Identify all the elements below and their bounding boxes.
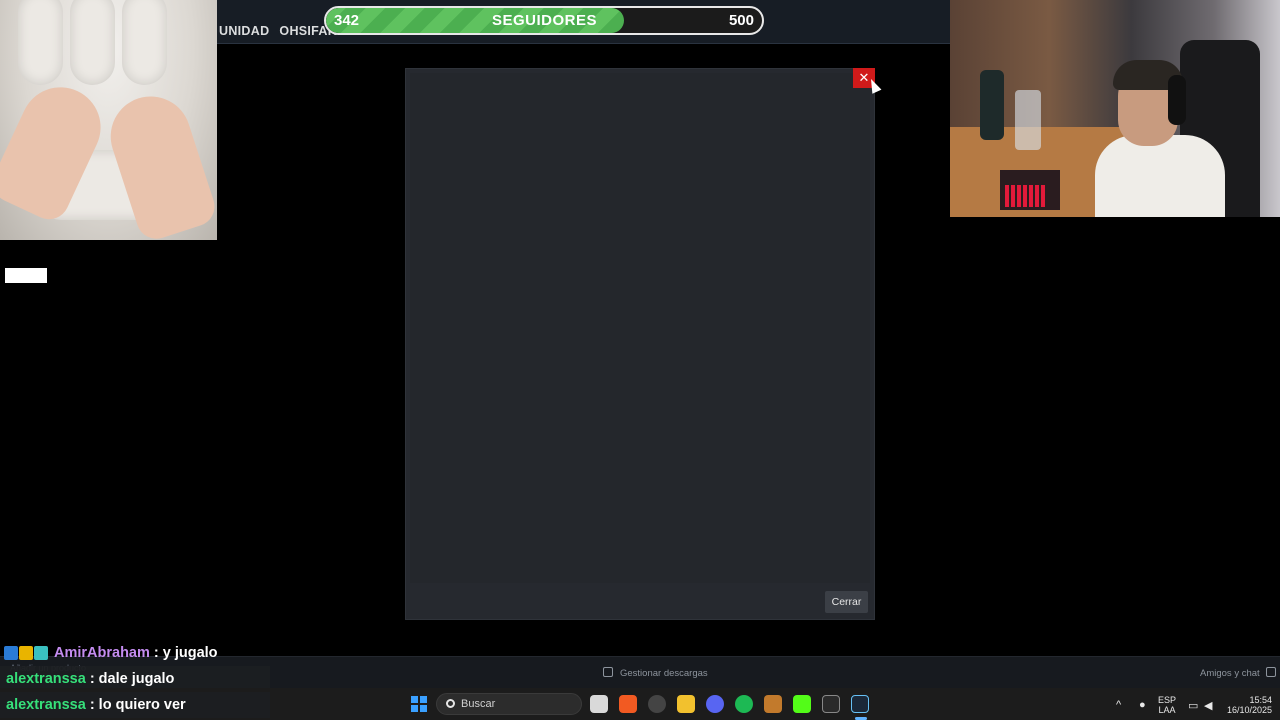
folder-icon[interactable]: [677, 695, 695, 713]
badge-icon: [19, 646, 33, 660]
chat-username: alextranssa: [6, 697, 86, 713]
chat-badges: [4, 646, 48, 660]
friends-chat-button[interactable]: Amigos y chat: [1200, 667, 1276, 679]
taskbar-search[interactable]: Buscar: [436, 693, 582, 715]
language-code: ESP: [1158, 695, 1177, 705]
soap-block: [122, 0, 167, 85]
dialog-content-area: [410, 73, 870, 583]
close-button[interactable]: Cerrar: [825, 591, 868, 613]
soap-block: [18, 0, 63, 85]
follower-goal-bar: 342 SEGUIDORES 500: [324, 6, 764, 35]
manage-downloads-button[interactable]: Gestionar descargas: [603, 667, 708, 679]
badge-icon: [4, 646, 18, 660]
search-icon: [446, 699, 455, 708]
chat-icon: [1265, 667, 1276, 677]
manage-downloads-label: Gestionar descargas: [620, 668, 708, 679]
nav-item-unidad[interactable]: UNIDAD: [219, 24, 269, 38]
chat-username: alextranssa: [6, 671, 86, 687]
chrome-icon[interactable]: [648, 695, 666, 713]
white-label-block: [5, 268, 47, 283]
microphone-icon[interactable]: ●: [1139, 699, 1146, 711]
discord-icon[interactable]: [706, 695, 724, 713]
asmr-video-overlay: [0, 0, 217, 240]
file-explorer-icon[interactable]: [590, 695, 608, 713]
clock-date: 16/10/2025: [1226, 705, 1272, 715]
headphones: [1168, 75, 1186, 125]
chat-text: : lo quiero ver: [89, 697, 186, 713]
friends-chat-label: Amigos y chat: [1200, 668, 1260, 679]
spotify-icon[interactable]: [735, 695, 753, 713]
glass: [1015, 90, 1041, 150]
search-placeholder: Buscar: [461, 698, 496, 710]
chat-username: AmirAbraham: [54, 645, 150, 661]
chevron-up-icon[interactable]: ^: [1116, 699, 1121, 711]
chat-message: alextranssa : lo quiero ver: [0, 692, 270, 718]
stream-screen: UNIDAD OHSIFAKE 342 SEGUIDORES 500 ✕ Cer: [0, 0, 1280, 720]
clock[interactable]: 15:54 16/10/2025: [1222, 695, 1272, 715]
chat-message: AmirAbraham : y jugalo: [0, 640, 320, 666]
goal-label: SEGUIDORES: [492, 12, 598, 29]
steam-dialog: [405, 68, 875, 620]
soap-block: [70, 0, 115, 85]
keyboard-lights: [1005, 185, 1045, 207]
app-icon[interactable]: [764, 695, 782, 713]
downloads-icon: [603, 667, 613, 677]
network-icon[interactable]: ▭: [1188, 699, 1198, 712]
goal-max: 500: [728, 12, 754, 29]
chat-text: : y jugalo: [153, 645, 218, 661]
clock-time: 15:54: [1249, 695, 1272, 705]
kick-icon[interactable]: [793, 695, 811, 713]
keyboard-layout: LAA: [1158, 705, 1176, 715]
volume-icon[interactable]: ◀: [1204, 699, 1212, 712]
webcam-overlay: [950, 0, 1280, 217]
epic-games-icon[interactable]: [822, 695, 840, 713]
streamer-shirt: [1095, 135, 1225, 217]
steam-icon[interactable]: [851, 695, 869, 713]
chat-text: : dale jugalo: [89, 671, 175, 687]
windows-start-icon[interactable]: [411, 696, 427, 712]
badge-icon: [34, 646, 48, 660]
brave-icon[interactable]: [619, 695, 637, 713]
bottle: [980, 70, 1004, 140]
goal-current: 342: [334, 12, 360, 29]
language-indicator[interactable]: ESP LAA: [1158, 695, 1176, 715]
